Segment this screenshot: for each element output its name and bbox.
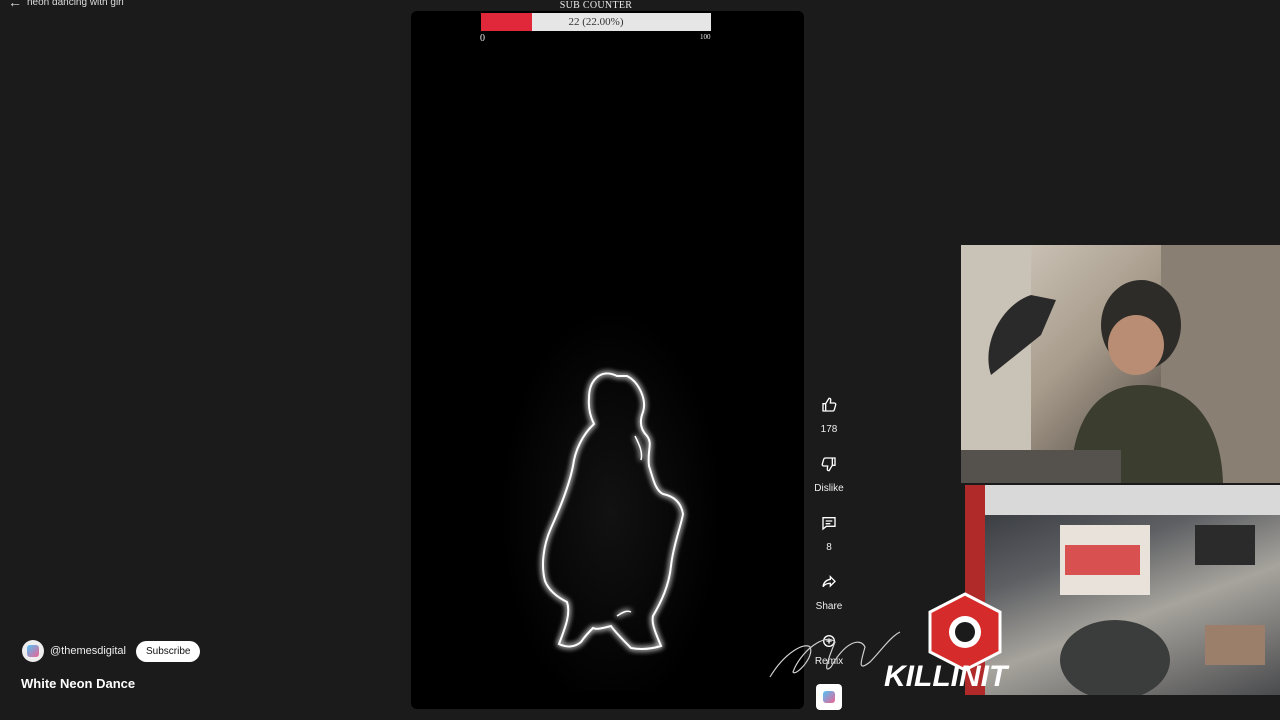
share-icon bbox=[814, 567, 844, 597]
thumbs-up-icon bbox=[814, 390, 844, 420]
thumbs-down-icon bbox=[814, 449, 844, 479]
comments-button[interactable]: 8 bbox=[813, 508, 845, 553]
channel-avatar[interactable] bbox=[22, 640, 44, 662]
comment-icon bbox=[814, 508, 844, 538]
search-query-text: neon dancing with girl bbox=[27, 0, 124, 8]
channel-logo-icon bbox=[823, 691, 835, 703]
shorts-video-player[interactable] bbox=[411, 11, 804, 709]
like-button[interactable]: 178 bbox=[813, 390, 845, 435]
like-count: 178 bbox=[820, 424, 838, 435]
share-label: Share bbox=[815, 601, 843, 612]
video-title: White Neon Dance bbox=[21, 676, 136, 691]
sub-counter-value: 22 (22.00%) bbox=[568, 16, 624, 28]
share-button[interactable]: Share bbox=[813, 567, 845, 612]
sub-counter-bar: 22 (22.00%) bbox=[481, 13, 711, 31]
dislike-button[interactable]: Dislike bbox=[813, 449, 845, 494]
comment-count: 8 bbox=[826, 542, 832, 553]
back-arrow-icon[interactable]: ← bbox=[8, 0, 22, 10]
subscribe-button[interactable]: Subscribe bbox=[135, 640, 201, 662]
channel-logo-icon bbox=[27, 645, 39, 657]
killinit-logo: KILLINIT bbox=[880, 592, 1040, 693]
sub-counter-title: SUB COUNTER bbox=[559, 0, 633, 11]
channel-row: @themesdigital Subscribe bbox=[22, 640, 201, 662]
webcam-streamer bbox=[961, 245, 1280, 483]
neon-dancer-silhouette bbox=[542, 372, 685, 651]
channel-handle[interactable]: @themesdigital bbox=[50, 645, 126, 657]
brand-text: KILLINIT bbox=[884, 660, 1010, 692]
sub-counter-min: 0 bbox=[480, 33, 485, 44]
sub-counter-max: 100 bbox=[700, 33, 711, 41]
dislike-label: Dislike bbox=[814, 483, 844, 494]
